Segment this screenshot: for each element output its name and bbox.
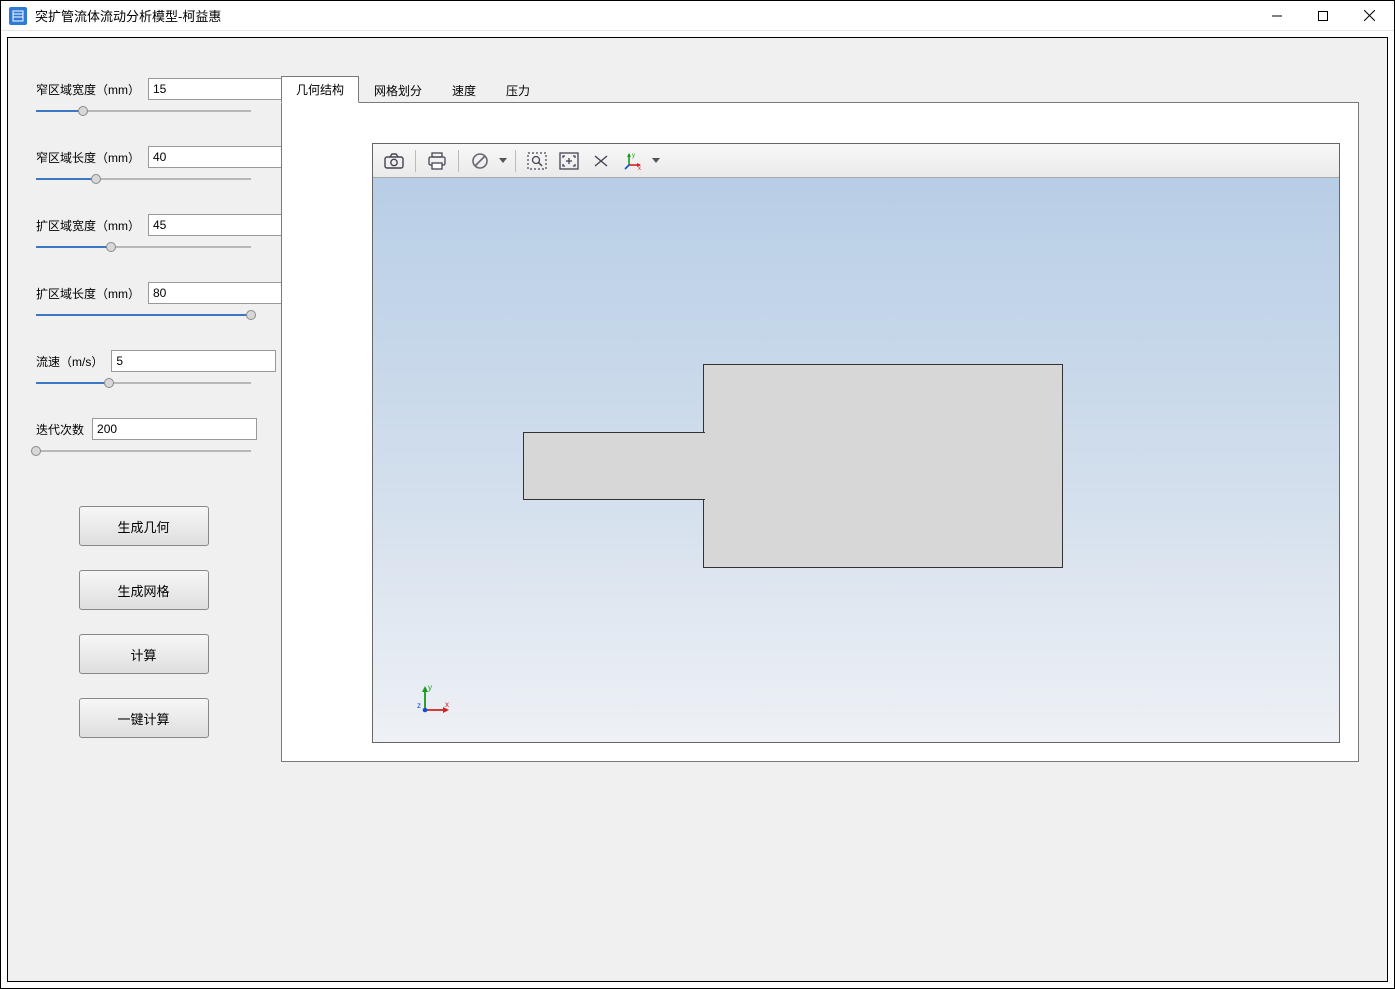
- fit-extents-icon[interactable]: [554, 147, 584, 175]
- window-title: 突扩管流体流动分析模型-柯益惠: [35, 6, 1254, 25]
- axes-icon[interactable]: y x: [618, 147, 648, 175]
- param-label: 扩区域宽度（mm）: [36, 217, 140, 234]
- main-content: 几何结构网格划分速度压力: [281, 78, 1359, 953]
- filter-icon[interactable]: [465, 147, 495, 175]
- window-controls: [1254, 1, 1392, 31]
- one-click-compute-button[interactable]: 一键计算: [79, 698, 209, 738]
- slider-thumb[interactable]: [104, 378, 114, 388]
- param-label: 流速（m/s）: [36, 353, 103, 370]
- titlebar: 突扩管流体流动分析模型-柯益惠: [1, 1, 1394, 31]
- compute-button[interactable]: 计算: [79, 634, 209, 674]
- geometry-expansion-region: [703, 364, 1063, 568]
- tab[interactable]: 速度: [437, 77, 491, 103]
- generate-mesh-button[interactable]: 生成网格: [79, 570, 209, 610]
- axes-dropdown-icon[interactable]: [650, 158, 662, 163]
- param-label: 迭代次数: [36, 421, 84, 438]
- param-group: 窄区域长度（mm）: [36, 146, 251, 186]
- generate-geometry-button[interactable]: 生成几何: [79, 506, 209, 546]
- sidebar: 窄区域宽度（mm） 窄区域长度（mm） 扩区域宽度（mm） 扩区域长度（mm） 流速（m…: [36, 78, 251, 953]
- slider-thumb[interactable]: [78, 106, 88, 116]
- maximize-button[interactable]: [1300, 1, 1346, 31]
- param-input[interactable]: [111, 350, 276, 372]
- param-slider[interactable]: [36, 308, 251, 322]
- tab[interactable]: 几何结构: [281, 76, 359, 103]
- param-group: 窄区域宽度（mm）: [36, 78, 251, 118]
- toolbar-separator: [458, 150, 459, 172]
- tab[interactable]: 网格划分: [359, 77, 437, 103]
- slider-thumb[interactable]: [106, 242, 116, 252]
- svg-text:x: x: [638, 166, 641, 171]
- param-group: 扩区域宽度（mm）: [36, 214, 251, 254]
- inner-frame: 窄区域宽度（mm） 窄区域长度（mm） 扩区域宽度（mm） 扩区域长度（mm） 流速（m…: [7, 37, 1388, 982]
- axis-gizmo: y x z: [415, 682, 453, 720]
- param-group: 流速（m/s）: [36, 350, 251, 390]
- toolbar-separator: [415, 150, 416, 172]
- tab[interactable]: 压力: [491, 77, 545, 103]
- tab-bar: 几何结构网格划分速度压力: [281, 78, 1359, 102]
- param-label: 窄区域宽度（mm）: [36, 81, 140, 98]
- param-slider[interactable]: [36, 240, 251, 254]
- param-group: 扩区域长度（mm）: [36, 282, 251, 322]
- rotate-icon[interactable]: [586, 147, 616, 175]
- gl-canvas[interactable]: y x z: [373, 178, 1339, 742]
- geometry-narrow-region: [523, 432, 705, 500]
- param-group: 迭代次数: [36, 418, 251, 458]
- param-slider[interactable]: [36, 376, 251, 390]
- param-label: 窄区域长度（mm）: [36, 149, 140, 166]
- svg-text:y: y: [632, 153, 635, 159]
- app-window: 突扩管流体流动分析模型-柯益惠 窄区域宽度（mm） 窄区域长度（mm） 扩区域宽度（…: [0, 0, 1395, 989]
- param-slider[interactable]: [36, 172, 251, 186]
- param-label: 扩区域长度（mm）: [36, 285, 140, 302]
- action-buttons: 生成几何 生成网格 计算 一键计算: [36, 506, 251, 738]
- body-area: 窄区域宽度（mm） 窄区域长度（mm） 扩区域宽度（mm） 扩区域长度（mm） 流速（m…: [1, 31, 1394, 988]
- param-input[interactable]: [92, 418, 257, 440]
- slider-thumb[interactable]: [91, 174, 101, 184]
- axis-y-label: y: [428, 683, 432, 692]
- geometry-seam-cover: [703, 433, 705, 499]
- minimize-button[interactable]: [1254, 1, 1300, 31]
- close-button[interactable]: [1346, 1, 1392, 31]
- camera-icon[interactable]: [379, 147, 409, 175]
- slider-thumb[interactable]: [246, 310, 256, 320]
- slider-thumb[interactable]: [31, 446, 41, 456]
- app-icon: [9, 7, 27, 25]
- zoom-box-icon[interactable]: [522, 147, 552, 175]
- axis-z-label: z: [417, 701, 421, 710]
- viewport-toolbar: y x: [373, 144, 1340, 178]
- gl-area: y x: [372, 143, 1340, 743]
- filter-dropdown-icon[interactable]: [497, 158, 509, 163]
- viewport-frame: y x: [281, 102, 1359, 762]
- toolbar-separator: [515, 150, 516, 172]
- param-slider[interactable]: [36, 444, 251, 458]
- print-icon[interactable]: [422, 147, 452, 175]
- param-slider[interactable]: [36, 104, 251, 118]
- axis-x-label: x: [445, 700, 449, 709]
